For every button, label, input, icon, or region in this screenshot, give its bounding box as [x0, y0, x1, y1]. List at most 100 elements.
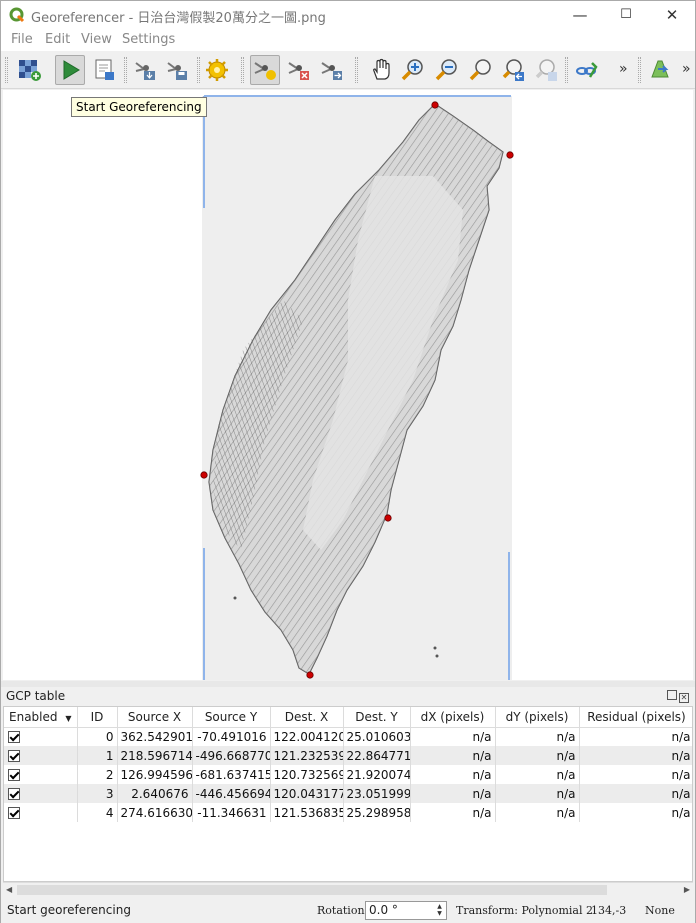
dy-cell[interactable]: n/a	[495, 746, 580, 765]
enabled-checkbox-cell[interactable]	[4, 727, 78, 746]
raster-map-image[interactable]	[3, 90, 693, 680]
enabled-checkbox-cell[interactable]	[4, 784, 78, 803]
toolbar-overflow-chevron[interactable]: »	[619, 61, 628, 77]
delete-point-button[interactable]	[284, 55, 314, 85]
close-dock-icon[interactable]: ✕	[679, 693, 689, 703]
menu-file[interactable]: File	[11, 32, 33, 47]
id-cell[interactable]: 2	[77, 765, 118, 784]
spin-arrows-icon[interactable]: ▲ ▼	[434, 903, 445, 918]
scroll-right-arrow-icon[interactable]: ▶	[684, 885, 690, 894]
column-header-dest-x[interactable]: Dest. X	[270, 707, 344, 728]
residual-cell[interactable]: n/a	[579, 803, 692, 822]
gcp-point-marker[interactable]	[306, 671, 314, 679]
menu-view[interactable]: View	[81, 32, 112, 47]
zoom-in-button[interactable]	[398, 55, 428, 85]
close-button[interactable]: ✕	[649, 1, 695, 29]
gcp-point-marker[interactable]	[431, 101, 439, 109]
column-header-enabled[interactable]: Enabled ▼	[4, 707, 78, 728]
source-x-cell[interactable]: 274.616630	[117, 803, 193, 822]
pan-button[interactable]	[366, 55, 396, 85]
enabled-checkbox-cell[interactable]	[4, 803, 78, 822]
source-y-cell[interactable]: -681.637415	[192, 765, 271, 784]
source-y-cell[interactable]: -70.491016	[192, 727, 271, 746]
start-georeferencing-button[interactable]	[55, 55, 85, 85]
dest-x-cell[interactable]: 120.043177	[270, 784, 344, 803]
add-point-button[interactable]	[250, 55, 280, 85]
gcp-point-marker[interactable]	[200, 471, 208, 479]
dest-x-cell[interactable]: 120.732569	[270, 765, 344, 784]
enabled-checkbox-cell[interactable]	[4, 746, 78, 765]
gcp-table[interactable]: Enabled ▼ ID Source X Source Y Dest. X D…	[3, 706, 693, 882]
id-cell[interactable]: 0	[77, 727, 118, 746]
source-y-cell[interactable]: -446.456694	[192, 784, 271, 803]
source-x-cell[interactable]: 2.640676	[117, 784, 193, 803]
source-y-cell[interactable]: -496.668770	[192, 746, 271, 765]
dest-y-cell[interactable]: 25.298958	[343, 803, 411, 822]
zoom-to-layer-button[interactable]	[466, 55, 496, 85]
residual-cell[interactable]: n/a	[579, 765, 692, 784]
gcp-point-marker[interactable]	[384, 514, 392, 522]
scrollbar-thumb[interactable]	[17, 885, 607, 895]
transformation-settings-button[interactable]	[202, 55, 232, 85]
zoom-next-button[interactable]	[532, 55, 562, 85]
enabled-checkbox[interactable]	[8, 731, 20, 744]
link-qgis-to-georeferencer-button[interactable]	[646, 55, 676, 85]
menu-edit[interactable]: Edit	[45, 32, 70, 47]
dy-cell[interactable]: n/a	[495, 765, 580, 784]
residual-cell[interactable]: n/a	[579, 746, 692, 765]
dest-y-cell[interactable]: 25.010603	[343, 727, 411, 746]
dy-cell[interactable]: n/a	[495, 803, 580, 822]
id-cell[interactable]: 1	[77, 746, 118, 765]
id-cell[interactable]: 3	[77, 784, 118, 803]
dest-y-cell[interactable]: 23.051999	[343, 784, 411, 803]
enabled-checkbox-cell[interactable]	[4, 765, 78, 784]
dock-splitter[interactable]	[1, 681, 695, 687]
column-header-dy[interactable]: dY (pixels)	[495, 707, 580, 728]
enabled-checkbox[interactable]	[8, 769, 20, 781]
zoom-out-button[interactable]	[432, 55, 462, 85]
gcp-table-horizontal-scrollbar[interactable]: ◀ ▶	[3, 882, 693, 896]
toolbar-overflow-chevron-right[interactable]: »	[682, 61, 691, 77]
table-row[interactable]: 0 362.542901 -70.491016 122.004120 25.01…	[4, 727, 692, 746]
gcp-point-marker[interactable]	[506, 151, 514, 159]
rotation-spinbox[interactable]: 0.0 ° ▲ ▼	[365, 901, 447, 920]
column-header-source-x[interactable]: Source X	[117, 707, 193, 728]
column-header-dest-y[interactable]: Dest. Y	[343, 707, 411, 728]
save-gcp-points-button[interactable]	[162, 55, 192, 85]
enabled-checkbox[interactable]	[8, 807, 20, 819]
source-x-cell[interactable]: 126.994596	[117, 765, 193, 784]
zoom-last-button[interactable]	[499, 55, 529, 85]
move-gcp-point-button[interactable]	[317, 55, 347, 85]
enabled-checkbox[interactable]	[8, 750, 20, 762]
residual-cell[interactable]: n/a	[579, 784, 692, 803]
dx-cell[interactable]: n/a	[410, 784, 496, 803]
table-row[interactable]: 3 2.640676 -446.456694 120.043177 23.051…	[4, 784, 692, 803]
rotation-value[interactable]: 0.0 °	[369, 903, 398, 917]
dx-cell[interactable]: n/a	[410, 746, 496, 765]
enabled-checkbox[interactable]	[8, 788, 20, 800]
link-georeferencer-to-qgis-button[interactable]	[572, 55, 602, 85]
source-x-cell[interactable]: 362.542901	[117, 727, 193, 746]
table-row[interactable]: 1 218.596714 -496.668770 121.232539 22.8…	[4, 746, 692, 765]
toolbar-grip[interactable]	[5, 57, 8, 83]
dest-x-cell[interactable]: 121.232539	[270, 746, 344, 765]
column-header-id[interactable]: ID	[77, 707, 118, 728]
column-header-source-y[interactable]: Source Y	[192, 707, 271, 728]
dy-cell[interactable]: n/a	[495, 727, 580, 746]
dest-y-cell[interactable]: 22.864771	[343, 746, 411, 765]
dest-y-cell[interactable]: 21.920074	[343, 765, 411, 784]
menu-settings[interactable]: Settings	[122, 32, 175, 47]
source-y-cell[interactable]: -11.346631	[192, 803, 271, 822]
dest-x-cell[interactable]: 122.004120	[270, 727, 344, 746]
generate-gdal-script-button[interactable]	[89, 55, 119, 85]
table-row[interactable]: 4 274.616630 -11.346631 121.536835 25.29…	[4, 803, 692, 822]
dy-cell[interactable]: n/a	[495, 784, 580, 803]
source-x-cell[interactable]: 218.596714	[117, 746, 193, 765]
load-gcp-points-button[interactable]	[130, 55, 160, 85]
id-cell[interactable]: 4	[77, 803, 118, 822]
maximize-button[interactable]: ☐	[603, 1, 649, 29]
open-raster-button[interactable]	[15, 55, 45, 85]
dx-cell[interactable]: n/a	[410, 803, 496, 822]
scroll-left-arrow-icon[interactable]: ◀	[6, 885, 12, 894]
georeferencer-canvas[interactable]: Start Georeferencing	[3, 90, 693, 680]
